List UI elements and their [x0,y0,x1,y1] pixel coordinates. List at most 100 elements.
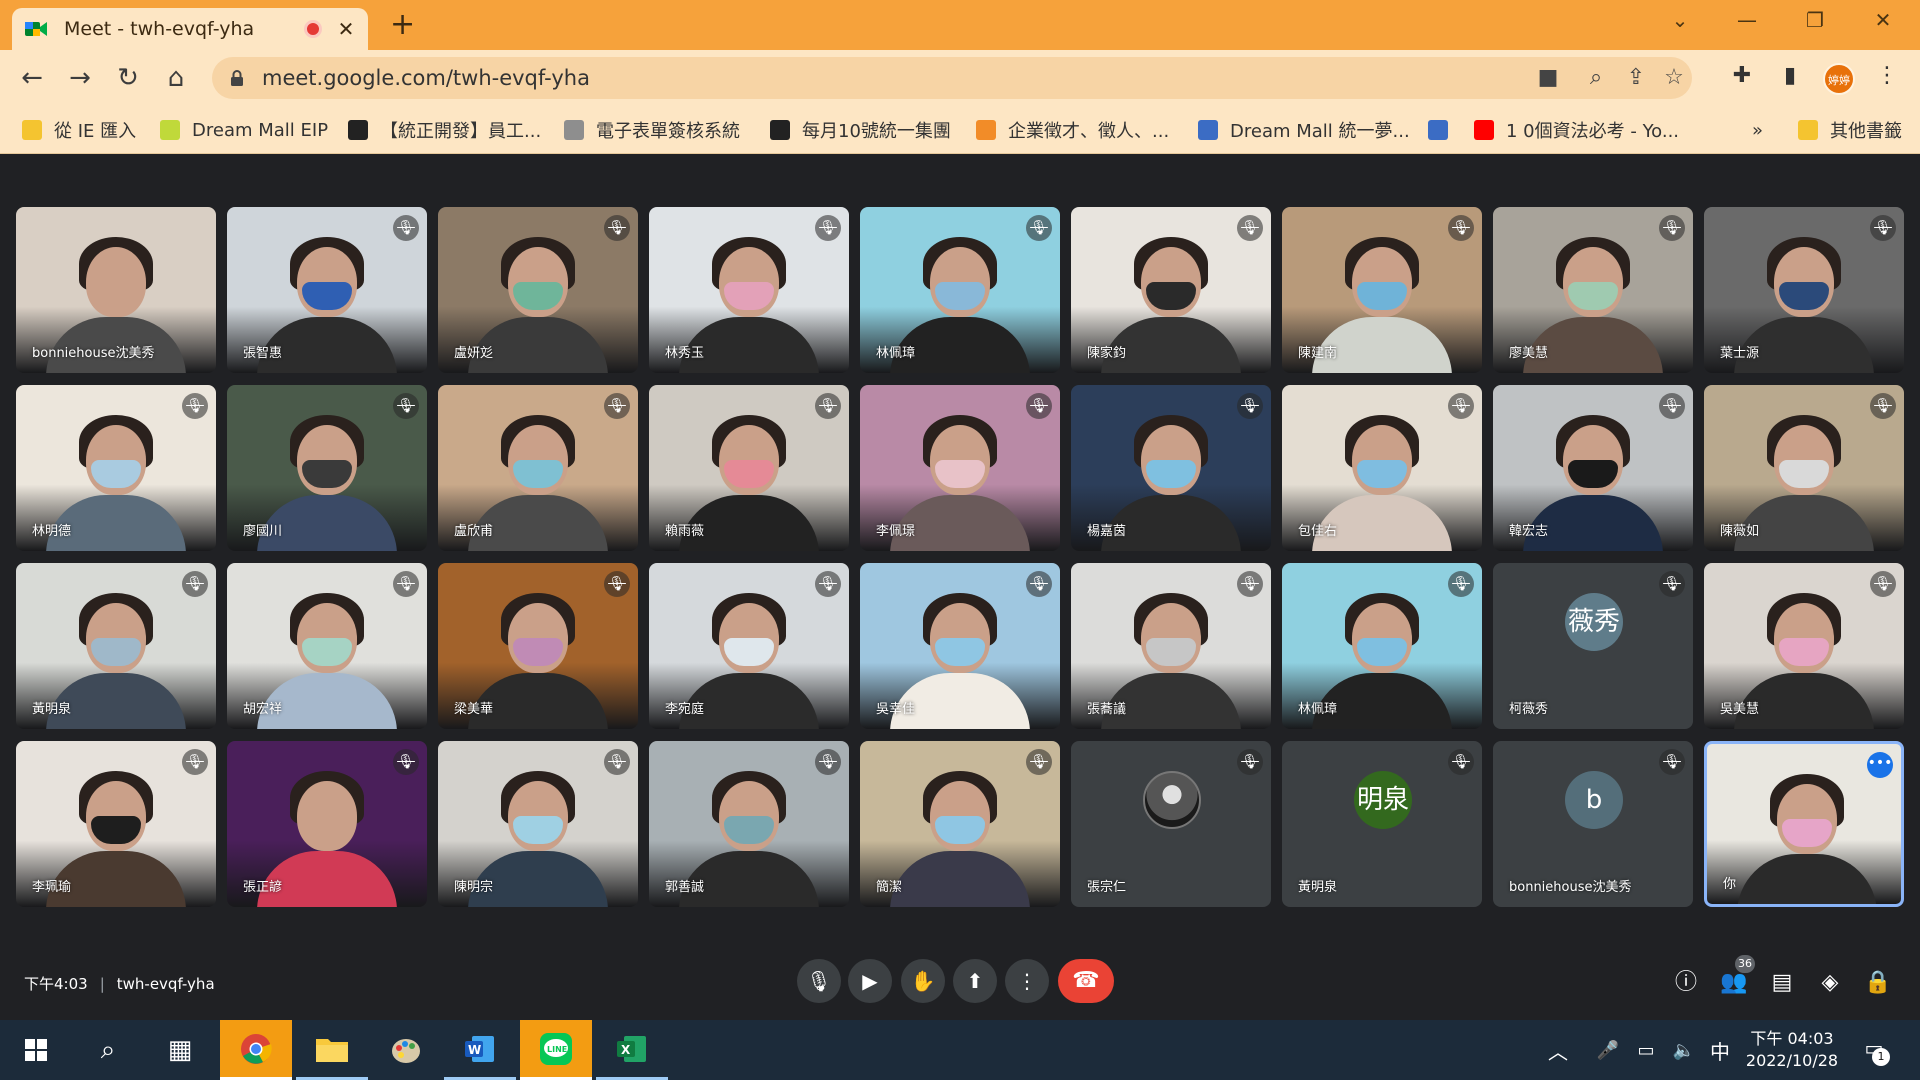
participant-tile[interactable]: 🎙 包佳右 [1282,385,1482,551]
participant-tile[interactable]: bonniehouse沈美秀 [16,207,216,373]
participant-name: 梁美華 [454,702,494,717]
participant-name: 韓宏志 [1509,524,1549,539]
participant-tile[interactable]: 🎙 張正諺 [227,741,427,907]
profile-avatar[interactable]: 婷婷 [1823,63,1855,95]
home-button[interactable]: ⌂ [160,62,192,94]
bookmark-item[interactable]: 每月10號統一集團 [770,116,951,144]
participant-tile[interactable]: 🎙 李珮瑜 [16,741,216,907]
taskbar-file-explorer[interactable] [296,1020,368,1080]
windows-start-button[interactable] [0,1020,72,1080]
bookmark-item[interactable]: 1 0個資法必考 - Yo... [1474,116,1679,144]
chat-icon[interactable]: ▤ [1766,967,1798,999]
participant-tile[interactable]: 🎙 郭善誠 [649,741,849,907]
participant-tile[interactable]: 🎙 張智惠 [227,207,427,373]
zoom-icon[interactable]: ⌕ [1582,65,1610,90]
other-bookmarks-folder[interactable]: 其他書籤 [1798,116,1902,144]
volume-icon[interactable]: 🔈 [1668,1020,1700,1080]
participant-tile[interactable]: 🎙 林佩璋 [1282,563,1482,729]
participant-tile[interactable]: 🎙 廖國川 [227,385,427,551]
participant-tile[interactable]: 🎙 吳幸佳 [860,563,1060,729]
participant-tile[interactable]: 🎙 林佩璋 [860,207,1060,373]
forward-button[interactable]: → [64,62,96,94]
participant-tile[interactable]: 🎙 盧妍彣 [438,207,638,373]
bookmark-item[interactable]: 【統正開發】員工... [348,116,541,144]
taskbar-paint[interactable] [370,1020,442,1080]
bookmarks-overflow-button[interactable]: » [1752,116,1763,144]
participant-tile[interactable]: 🎙 梁美華 [438,563,638,729]
battery-icon[interactable]: ▭ [1630,1020,1662,1080]
bookmark-item[interactable]: 電子表單簽核系統 [564,116,740,144]
ime-indicator[interactable]: 中 [1704,1020,1736,1080]
participant-tile[interactable]: 🎙 林明德 [16,385,216,551]
taskbar-chrome[interactable] [220,1020,292,1080]
new-tab-button[interactable]: + [390,10,415,40]
search-icon[interactable]: ⌕ [72,1020,144,1080]
microphone-toggle-button[interactable]: 🎙 [797,959,841,1003]
tray-overflow-chevron-icon[interactable]: ︿ [1540,1020,1576,1080]
side-panel-icon[interactable]: ▮ [1775,63,1805,88]
restore-button[interactable]: ❐ [1800,8,1830,32]
reload-button[interactable]: ↻ [112,62,144,94]
camera-in-use-icon[interactable]: ■ [1534,65,1562,90]
meeting-info-icon[interactable]: ⓘ [1670,967,1702,999]
bookmark-star-icon[interactable]: ☆ [1660,65,1688,90]
close-window-button[interactable]: ✕ [1868,8,1898,32]
participant-tile[interactable]: 🎙 葉士源 [1704,207,1904,373]
bookmark-item[interactable]: Dream Mall EIP [160,116,328,144]
extensions-puzzle-icon[interactable]: ✚ [1727,63,1757,88]
participant-tile[interactable]: 🎙 陳家鈞 [1071,207,1271,373]
self-video-tile[interactable]: ••• 你 [1704,741,1904,907]
host-controls-lock-icon[interactable]: 🔒 [1862,967,1894,999]
participant-tile[interactable]: 🎙 簡潔 [860,741,1060,907]
taskbar-excel[interactable]: X [596,1020,668,1080]
participant-tile[interactable]: 🎙 賴雨薇 [649,385,849,551]
muted-mic-icon: 🎙 [815,393,841,419]
share-icon[interactable]: ⇪ [1622,65,1650,90]
participant-tile[interactable]: 🎙 盧欣甫 [438,385,638,551]
bookmark-item[interactable] [1428,116,1460,144]
participant-tile[interactable]: 🎙 胡宏祥 [227,563,427,729]
participant-tile[interactable]: 🎙 李佩璟 [860,385,1060,551]
bookmark-item[interactable]: Dream Mall 統一夢... [1198,116,1410,144]
participant-tile[interactable]: 明泉 🎙 黃明泉 [1282,741,1482,907]
participant-tile[interactable]: 🎙 楊嘉茵 [1071,385,1271,551]
browser-tab-meet[interactable]: Meet - twh-evqf-yha ✕ [12,8,368,50]
taskbar-word[interactable]: W [444,1020,516,1080]
participant-tile[interactable]: 🎙 林秀玉 [649,207,849,373]
tab-search-dropdown-icon[interactable]: ⌄ [1665,8,1695,32]
minimize-button[interactable]: — [1732,8,1762,32]
participant-tile[interactable]: 🎙 張宗仁 [1071,741,1271,907]
participant-tile[interactable]: 🎙 廖美慧 [1493,207,1693,373]
system-clock[interactable]: 下午 04:03 2022/10/28 [1738,1028,1846,1072]
participant-tile[interactable]: 🎙 陳建南 [1282,207,1482,373]
participant-tile[interactable]: 🎙 李宛庭 [649,563,849,729]
leave-call-button[interactable]: ☎ [1058,959,1114,1003]
meeting-time: 下午4:03 [24,975,88,993]
back-button[interactable]: ← [16,62,48,94]
svg-text:X: X [621,1043,631,1057]
camera-toggle-button[interactable]: ▶ [848,959,892,1003]
participant-tile[interactable]: 🎙 吳美慧 [1704,563,1904,729]
bookmark-item[interactable]: 企業徵才、徵人、... [976,116,1169,144]
taskbar-line[interactable]: LINE [520,1020,592,1080]
microphone-tray-icon[interactable]: 🎤 [1592,1020,1624,1080]
participant-tile[interactable]: 🎙 陳明宗 [438,741,638,907]
task-view-icon[interactable]: ▦ [144,1020,216,1080]
more-options-button[interactable]: ⋮ [1005,959,1049,1003]
activities-icon[interactable]: ◈ [1814,967,1846,999]
bookmark-item[interactable]: 從 IE 匯入 [22,116,136,144]
raise-hand-button[interactable]: ✋ [901,959,945,1003]
participant-tile[interactable]: b 🎙 bonniehouse沈美秀 [1493,741,1693,907]
tab-close-icon[interactable]: ✕ [336,17,356,41]
participant-tile[interactable]: 🎙 陳薇如 [1704,385,1904,551]
address-bar[interactable]: meet.google.com/twh-evqf-yha ■ ⌕ ⇪ ☆ [212,57,1692,99]
tile-more-options-icon[interactable]: ••• [1867,752,1893,778]
participant-tile[interactable]: 🎙 張蕎議 [1071,563,1271,729]
muted-mic-icon: 🎙 [1659,393,1685,419]
participant-tile[interactable]: 🎙 韓宏志 [1493,385,1693,551]
participant-tile[interactable]: 🎙 黃明泉 [16,563,216,729]
chrome-menu-icon[interactable]: ⋮ [1872,63,1902,88]
present-screen-button[interactable]: ⬆ [953,959,997,1003]
participant-tile[interactable]: 薇秀 🎙 柯薇秀 [1493,563,1693,729]
bookmark-label: 1 0個資法必考 - Yo... [1506,121,1680,142]
